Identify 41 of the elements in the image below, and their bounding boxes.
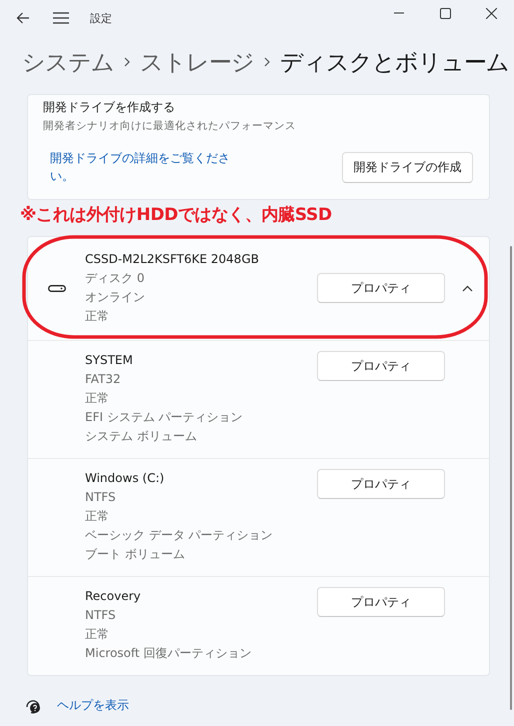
menu-icon (53, 12, 69, 24)
properties-button[interactable]: プロパティ (317, 587, 445, 617)
volume-detail: Microsoft 回復パーティション (85, 645, 252, 662)
details-link[interactable]: 開発ドライブの詳細をご覧ください。 (50, 149, 240, 185)
volume-detail: EFI システム パーティション (85, 409, 244, 426)
volume-detail: ブート ボリューム (85, 546, 186, 563)
help-icon (25, 698, 41, 714)
breadcrumb-item: ディスクとボリューム (280, 48, 509, 78)
volume-name: Windows (C:) (85, 470, 166, 487)
volume-detail: 正常 (85, 626, 110, 643)
window-title: 設定 (90, 10, 112, 26)
properties-button[interactable]: プロパティ (317, 273, 445, 303)
breadcrumb-item[interactable]: ストレージ (140, 46, 254, 78)
volume-detail: システム ボリューム (85, 428, 198, 445)
scrollbar[interactable] (510, 246, 512, 710)
volume-detail: 正常 (85, 308, 110, 325)
volume-detail: ベーシック データ パーティション (85, 527, 274, 544)
volume-detail: 正常 (85, 390, 110, 407)
volume-name: SYSTEM (85, 352, 134, 369)
caret-icon (462, 284, 472, 292)
breadcrumb-item[interactable]: システム (22, 46, 114, 78)
volume-detail: ディスク 0 (85, 270, 146, 287)
volume-detail: 正常 (85, 508, 110, 525)
volume-name: Recovery (85, 588, 142, 605)
minimize-icon (394, 12, 404, 14)
create-dev-drive-button[interactable]: 開発ドライブの作成 (342, 152, 473, 182)
card-title: 開発ドライブを作成する (43, 99, 176, 116)
close-icon (486, 8, 496, 18)
annotation-text: ※これは外付けHDDではなく、内臓SSD (19, 204, 333, 227)
volume-detail: オンライン (85, 289, 146, 306)
drive-icon (48, 284, 66, 292)
volume-detail: FAT32 (85, 371, 122, 388)
properties-button[interactable]: プロパティ (317, 469, 445, 499)
back-arrow-icon (16, 12, 30, 24)
maximize-icon (440, 8, 450, 18)
volume-name: CSSD-M2L2KSFT6KE 2048GB (85, 251, 260, 268)
card-subtitle: 開発者シナリオ向けに最適化されたパフォーマンス (43, 119, 297, 133)
volume-detail: NTFS (85, 489, 117, 506)
properties-button[interactable]: プロパティ (317, 351, 445, 381)
volume-detail: NTFS (85, 607, 117, 624)
help-link[interactable]: ヘルプを表示 (57, 697, 129, 714)
